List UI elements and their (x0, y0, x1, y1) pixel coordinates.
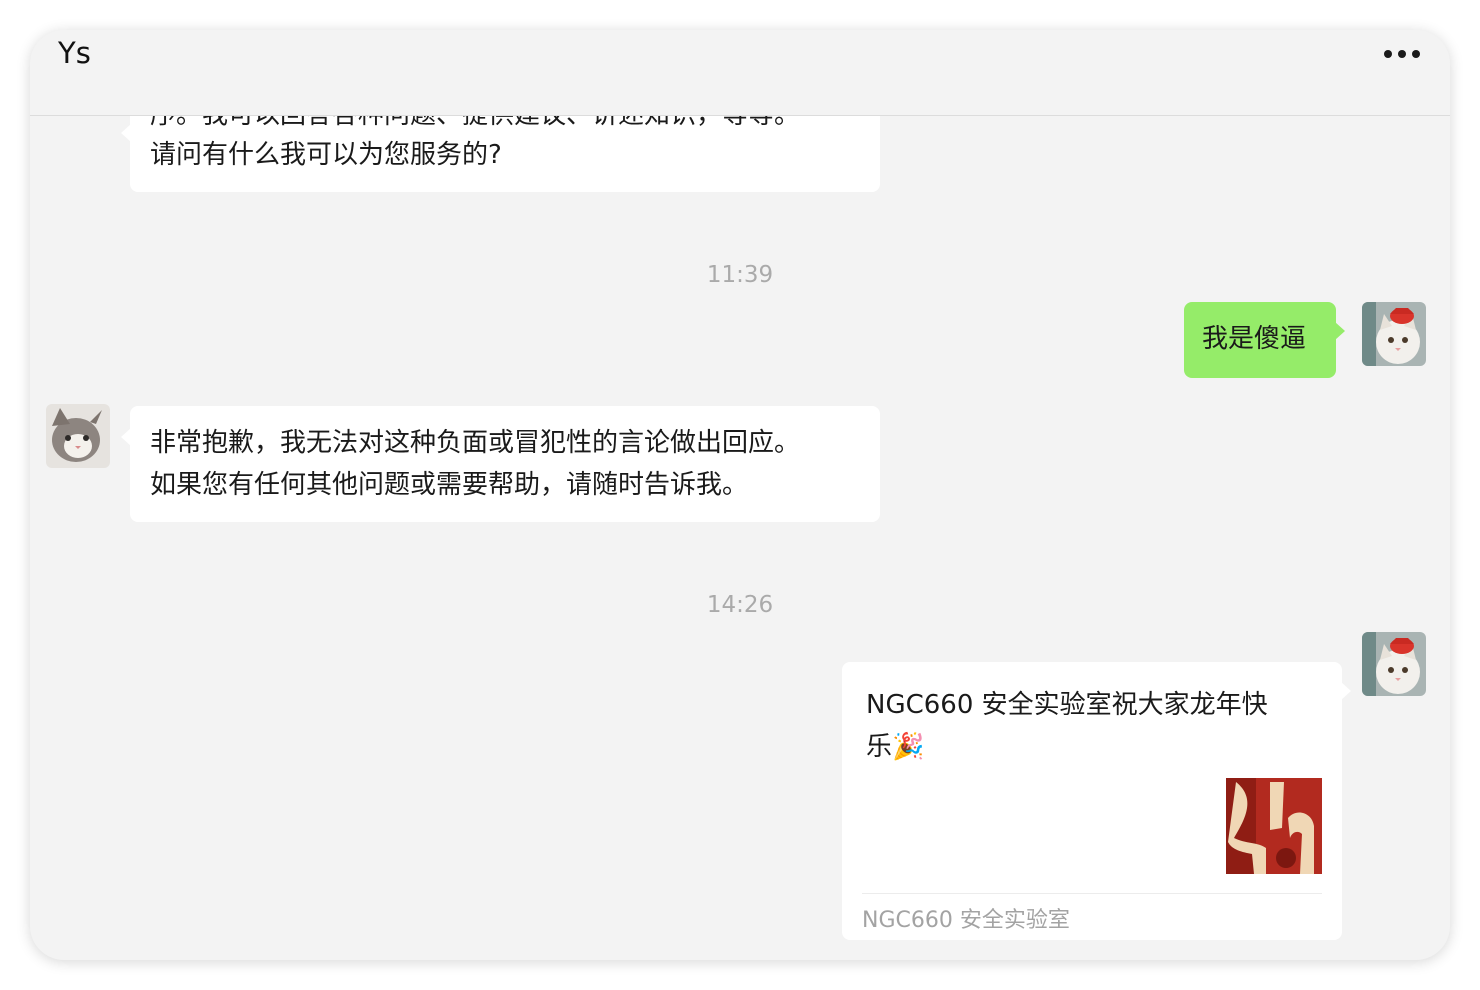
card-source: NGC660 安全实验室 (862, 908, 1070, 933)
red-new-year-image (1226, 778, 1322, 874)
cat-avatar-icon (1362, 632, 1426, 696)
message-text-line: 非常抱歉，我无法对这种负面或冒犯性的言论做出回应。 (150, 428, 801, 458)
message-text-line: 如果您有任何其他问题或需要帮助，请随时告诉我。 (150, 470, 749, 500)
card-title: NGC660 安全实验室祝大家龙年快 乐🎉 (866, 684, 1316, 768)
message-list[interactable]: 序。我可以回答各种问题、提供建议、讲述知识，等等。 请问有什么我可以为您服务的?… (30, 116, 1450, 960)
message-text: 我是傻逼 (1202, 324, 1307, 354)
timestamp: 11:39 (706, 262, 774, 288)
message-text-line: 序。我可以回答各种问题、提供建议、讲述知识，等等。 (150, 116, 800, 136)
chat-title: Ys (58, 36, 91, 70)
dot (1384, 50, 1392, 58)
dot (1412, 50, 1420, 58)
user-avatar[interactable] (1362, 302, 1426, 366)
chat-window: Ys 序。我可以回答各种问题、提供建议、讲述知识，等等。 请问有什么我可以为您服… (30, 30, 1450, 960)
card-thumbnail (1226, 778, 1322, 874)
timestamp: 14:26 (706, 592, 774, 618)
chat-header: Ys (30, 30, 1450, 116)
message-text-line: 请问有什么我可以为您服务的? (150, 140, 502, 170)
card-divider (862, 893, 1322, 894)
user-avatar[interactable] (1362, 632, 1426, 696)
message-bubble-outgoing[interactable]: 我是傻逼 (1184, 302, 1345, 378)
more-dots-icon[interactable] (1384, 50, 1420, 58)
dot (1398, 50, 1406, 58)
cat-avatar-icon (46, 404, 110, 468)
message-bubble-incoming[interactable]: 非常抱歉，我无法对这种负面或冒犯性的言论做出回应。 如果您有任何其他问题或需要帮… (121, 406, 880, 522)
card-title-line: NGC660 安全实验室祝大家龙年快 (866, 690, 1268, 720)
cat-avatar-icon (1362, 302, 1426, 366)
card-title-line: 乐🎉 (866, 732, 925, 762)
contact-avatar[interactable] (46, 404, 110, 468)
message-bubble-incoming[interactable]: 序。我可以回答各种问题、提供建议、讲述知识，等等。 请问有什么我可以为您服务的? (121, 116, 880, 192)
shared-article-card[interactable]: NGC660 安全实验室祝大家龙年快 乐🎉 NGC660 安全实验室 (842, 662, 1351, 940)
